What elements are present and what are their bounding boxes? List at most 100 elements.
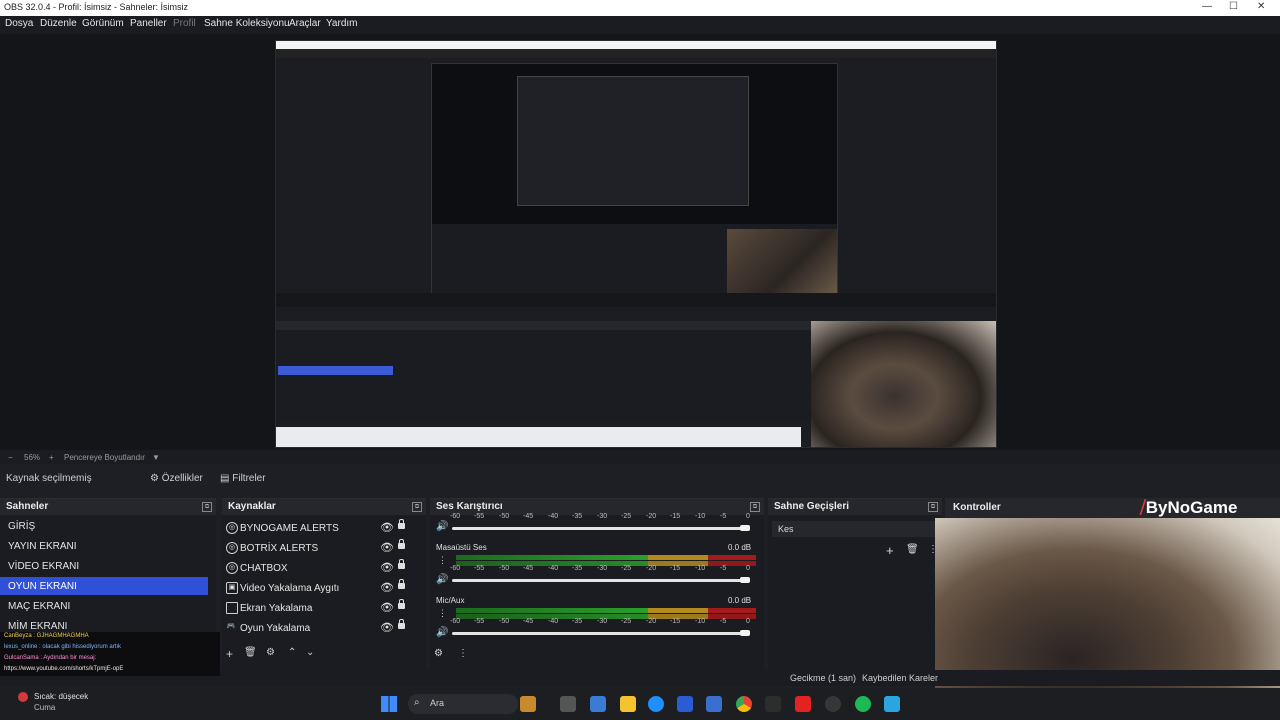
- app-icon[interactable]: [765, 696, 781, 712]
- controls-title: Kontroller: [953, 502, 1001, 513]
- menu-edit[interactable]: Düzenle: [40, 18, 77, 29]
- eye-icon[interactable]: 👁: [380, 581, 394, 594]
- lock-icon[interactable]: [398, 579, 405, 589]
- undock-icon[interactable]: ⧉: [412, 502, 422, 512]
- menu-bar: Dosya Düzenle Görünüm Paneller Profil Sa…: [0, 16, 1280, 34]
- audio-mixer-dock: Ses Karıştırıcı ⧉: [430, 498, 764, 671]
- spotify-icon[interactable]: [855, 696, 871, 712]
- chrome-icon[interactable]: [736, 696, 752, 712]
- gear-icon[interactable]: ⚙: [266, 647, 275, 658]
- weather-icon[interactable]: [18, 692, 28, 702]
- close-icon[interactable]: ✕: [1257, 1, 1265, 12]
- eye-icon[interactable]: 👁: [380, 521, 394, 534]
- windows-taskbar: Sıcak: düşecek Cuma ⌕ Ara: [0, 688, 1280, 720]
- source-row[interactable]: ▣ Video Yakalama Aygıtı 👁: [222, 579, 422, 597]
- eye-icon[interactable]: 👁: [380, 541, 394, 554]
- scale-tick: -25: [621, 565, 632, 572]
- chevron-down-icon[interactable]: ▼: [152, 453, 160, 462]
- file-explorer-icon[interactable]: [620, 696, 636, 712]
- fit-to-window-button[interactable]: Pencereye Boyutlandır: [64, 453, 145, 462]
- title-bar: OBS 32.0.4 - Profil: İsimsiz - Sahneler:…: [0, 0, 1280, 16]
- obs-icon[interactable]: [825, 696, 841, 712]
- add-source-icon[interactable]: +: [226, 647, 233, 661]
- undock-icon[interactable]: ⧉: [202, 502, 212, 512]
- properties-label: Özellikler: [161, 473, 203, 484]
- move-up-icon[interactable]: ⌃: [288, 647, 296, 658]
- eye-icon[interactable]: 👁: [380, 601, 394, 614]
- mixer-settings-icon[interactable]: ⚙: [434, 648, 443, 659]
- maximize-icon[interactable]: ☐: [1229, 1, 1238, 12]
- meter-scale: -60 -55 -50 -45 -40 -35 -30 -25 -20 -15 …: [450, 513, 754, 523]
- scene-item[interactable]: VİDEO EKRANI: [0, 557, 208, 575]
- speaker-icon[interactable]: 🔊: [436, 521, 448, 532]
- volume-fader[interactable]: [452, 577, 750, 583]
- zoom-in-icon[interactable]: +: [49, 453, 54, 462]
- taskbar-search[interactable]: ⌕ Ara: [408, 694, 518, 714]
- fader-handle[interactable]: [740, 630, 750, 636]
- fader-handle[interactable]: [740, 577, 750, 583]
- fader-handle[interactable]: [740, 525, 750, 531]
- browser-source-icon: ◎: [226, 522, 238, 534]
- store-icon[interactable]: [677, 696, 693, 712]
- app-icon[interactable]: [590, 696, 606, 712]
- task-view-icon[interactable]: [560, 696, 576, 712]
- zoom-out-icon[interactable]: −: [8, 453, 13, 462]
- lock-icon[interactable]: [398, 619, 405, 629]
- app-icon[interactable]: [706, 696, 722, 712]
- edge-icon[interactable]: [648, 696, 664, 712]
- volume-fader[interactable]: [452, 525, 750, 531]
- scene-item[interactable]: YAYIN EKRANI: [0, 537, 208, 555]
- menu-file[interactable]: Dosya: [5, 18, 33, 29]
- scene-item-selected[interactable]: OYUN EKRANI: [0, 577, 208, 595]
- weather-day: Cuma: [34, 703, 56, 712]
- source-row[interactable]: ◎ BOTRİX ALERTS 👁: [222, 539, 422, 557]
- move-down-icon[interactable]: ⌄: [306, 647, 314, 658]
- more-options-icon[interactable]: ⋮: [438, 555, 447, 566]
- source-row[interactable]: ◎ BYNOGAME ALERTS 👁: [222, 519, 422, 537]
- speaker-icon[interactable]: 🔊: [436, 627, 448, 638]
- minimize-icon[interactable]: —: [1202, 1, 1212, 12]
- gamepad-icon: 🎮: [226, 623, 236, 630]
- speaker-icon[interactable]: 🔊: [436, 574, 448, 585]
- source-row[interactable]: ◎ CHATBOX 👁: [222, 559, 422, 577]
- lock-icon[interactable]: [398, 599, 405, 609]
- menu-scene-collection[interactable]: Sahne Koleksiyonu: [204, 18, 290, 29]
- scene-label: MİM EKRANI: [8, 621, 68, 632]
- filters-button[interactable]: ▤ Filtreler: [220, 473, 266, 487]
- menu-profile[interactable]: Profil: [173, 18, 196, 29]
- properties-button[interactable]: ⚙ Özellikler: [150, 473, 203, 487]
- menu-docks[interactable]: Paneller: [130, 18, 167, 29]
- scale-tick: -15: [670, 565, 681, 572]
- search-placeholder: Ara: [430, 698, 445, 708]
- add-transition-icon[interactable]: +: [886, 543, 894, 558]
- lock-icon[interactable]: [398, 559, 405, 569]
- trash-icon[interactable]: 🗑: [244, 647, 257, 658]
- source-row[interactable]: 🎮 Oyun Yakalama 👁: [222, 619, 422, 637]
- volume-fader[interactable]: [452, 630, 750, 636]
- source-row[interactable]: Ekran Yakalama 👁: [222, 599, 422, 617]
- undock-icon[interactable]: ⧉: [750, 502, 760, 512]
- menu-view[interactable]: Görünüm: [82, 18, 124, 29]
- undock-icon[interactable]: ⧉: [928, 502, 938, 512]
- widget-icon[interactable]: [520, 696, 536, 712]
- lock-icon[interactable]: [398, 519, 405, 529]
- scene-label: OYUN EKRANI: [8, 581, 77, 592]
- preview-nested-menu: [276, 49, 996, 58]
- transition-select[interactable]: Kes: [772, 521, 940, 537]
- preview-taskbar: [276, 427, 801, 447]
- more-options-icon[interactable]: ⋮: [438, 608, 447, 619]
- app-icon[interactable]: [884, 696, 900, 712]
- more-options-icon[interactable]: ⋮: [458, 648, 468, 659]
- scene-item[interactable]: MAÇ EKRANI: [0, 597, 208, 615]
- menu-help[interactable]: Yardım: [326, 18, 358, 29]
- menu-tools[interactable]: Araçlar: [289, 18, 321, 29]
- youtube-icon[interactable]: [795, 696, 811, 712]
- trash-icon[interactable]: 🗑: [906, 544, 919, 555]
- eye-icon[interactable]: 👁: [380, 561, 394, 574]
- preview-canvas[interactable]: [275, 40, 997, 448]
- scene-item[interactable]: GİRİŞ: [0, 517, 208, 535]
- eye-icon[interactable]: 👁: [380, 621, 394, 634]
- windows-start-icon[interactable]: [381, 696, 397, 712]
- lock-icon[interactable]: [398, 539, 405, 549]
- meter-scale: -60 -55 -50 -45 -40 -35 -30 -25 -20 -15 …: [450, 618, 754, 628]
